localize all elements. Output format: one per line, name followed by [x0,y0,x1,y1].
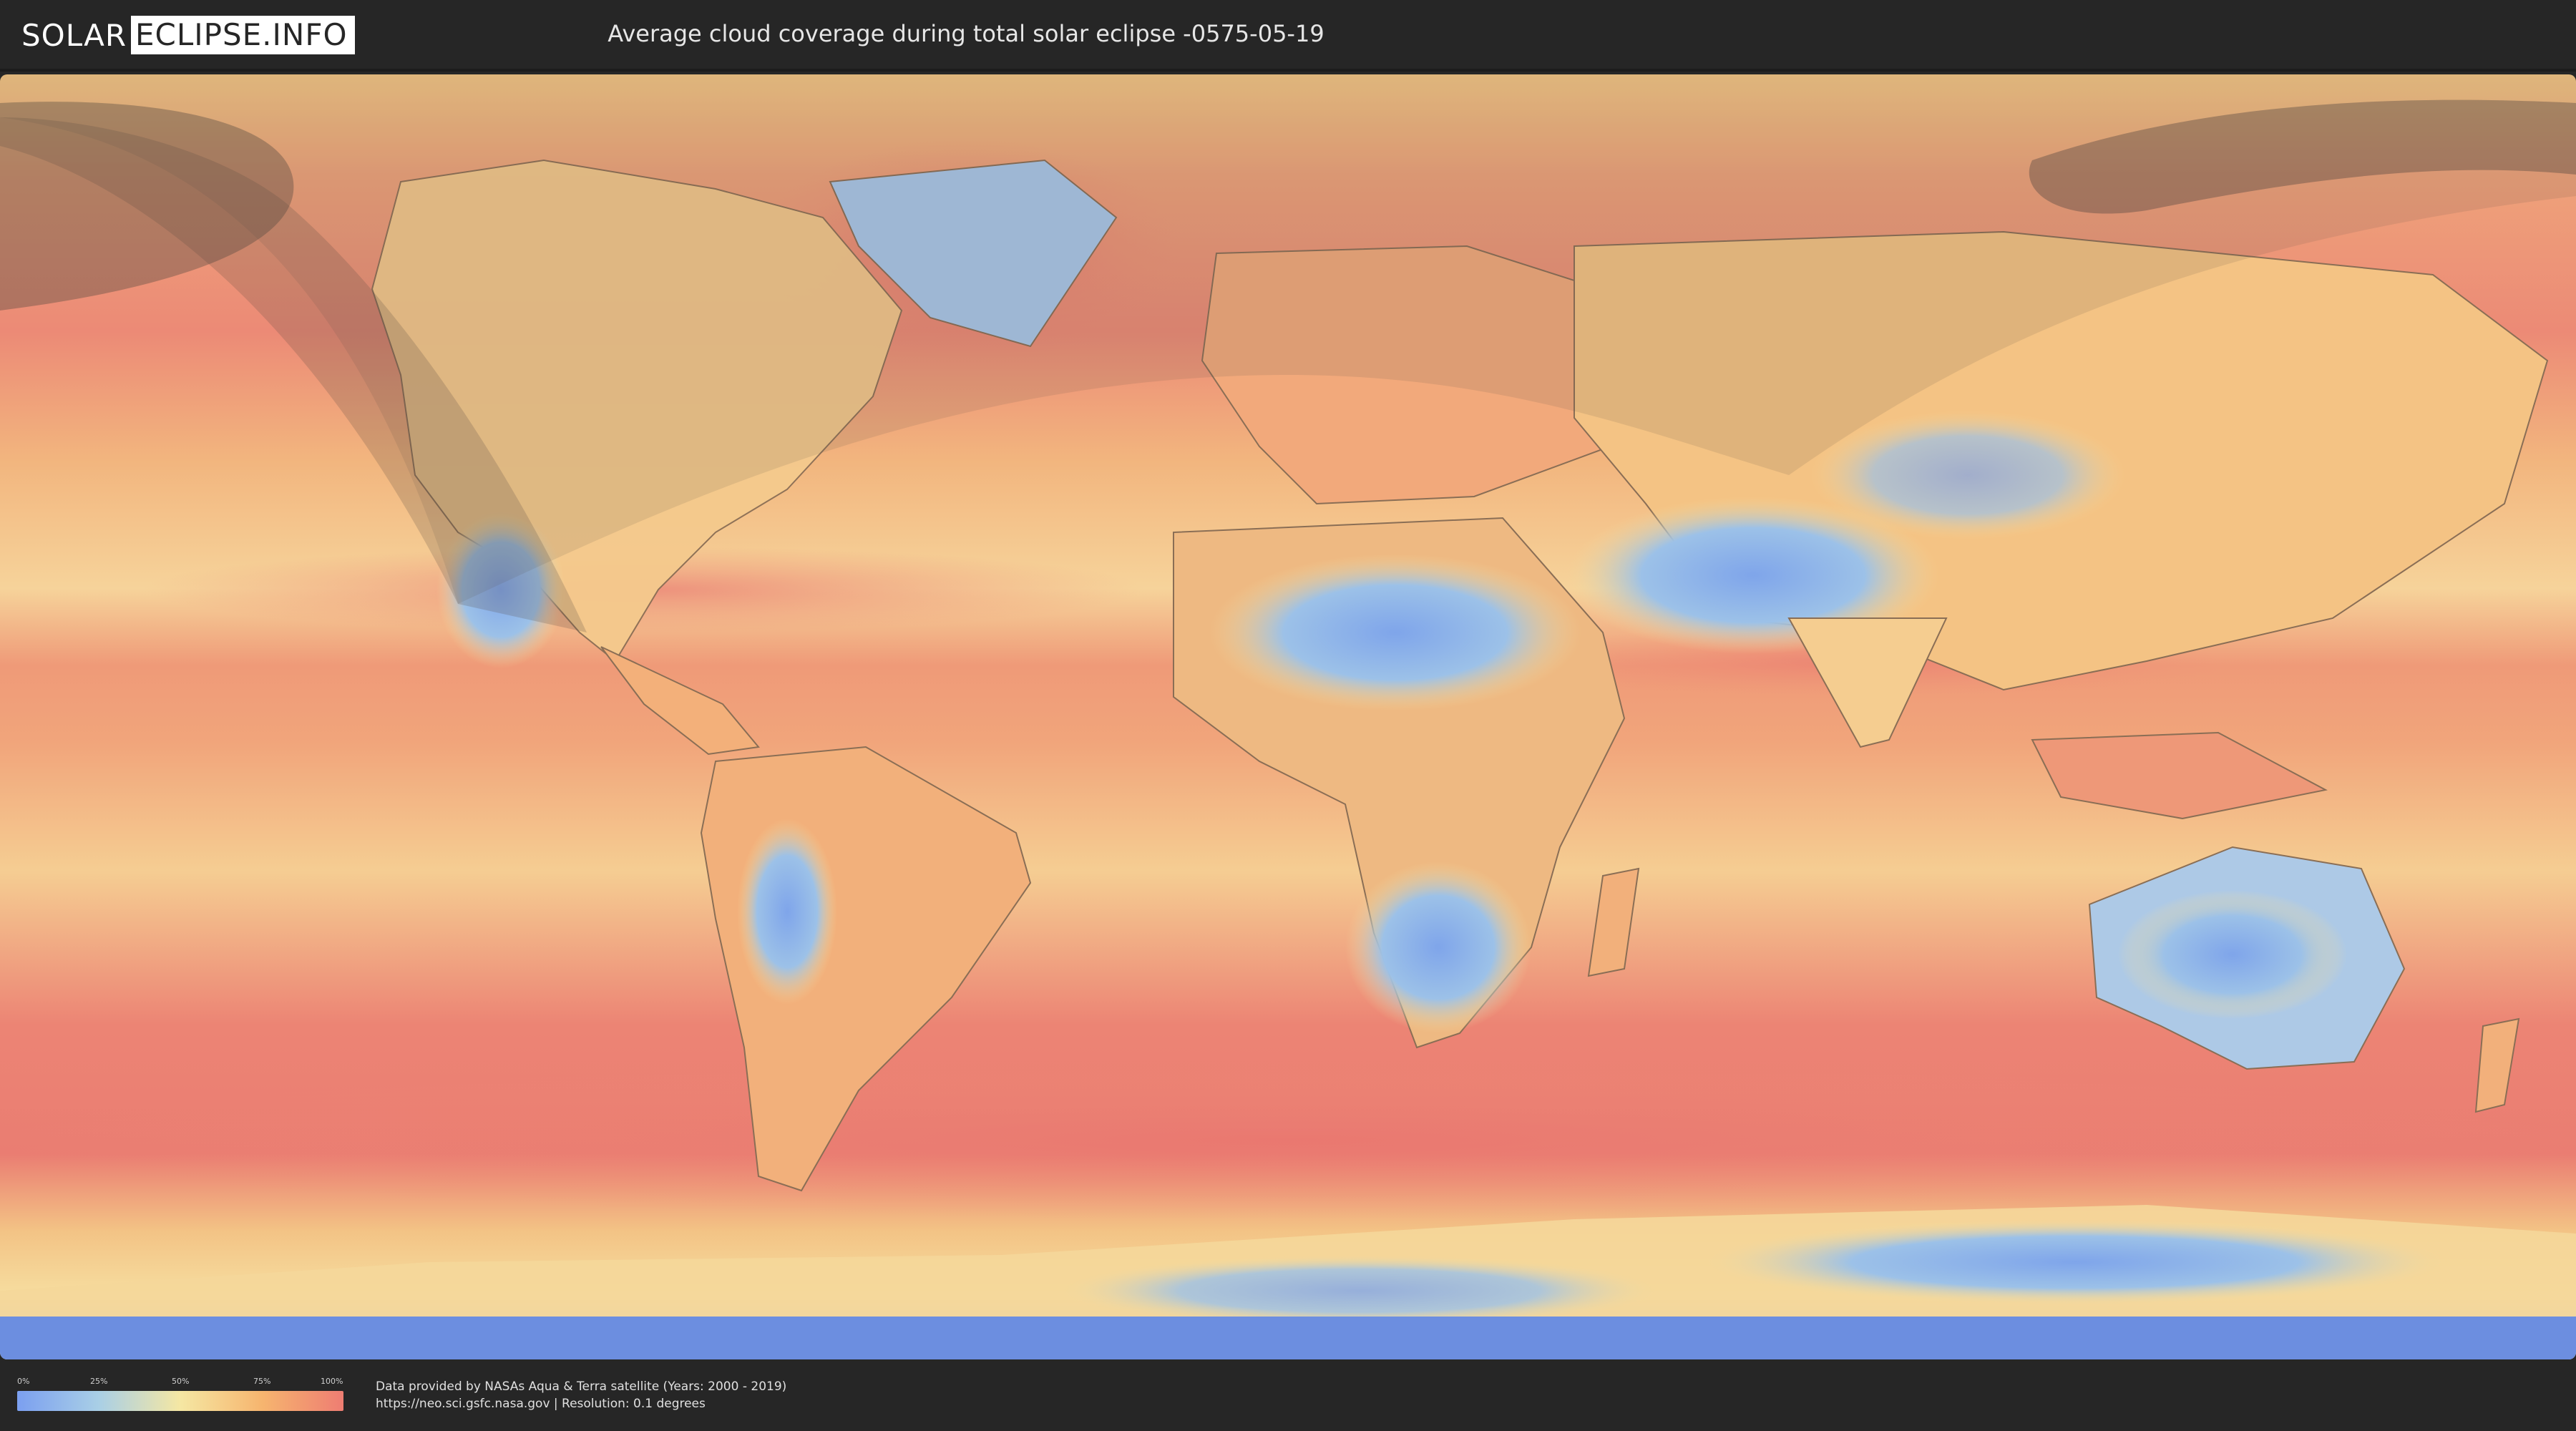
legend-tick-25: 25% [90,1377,108,1386]
header-bar: SOLAR ECLIPSE.INFO Average cloud coverag… [0,0,2576,72]
central-asia-clear-region [1810,411,2125,539]
cloud-coverage-map [0,74,2576,1359]
data-credits: Data provided by NASAs Aqua & Terra sate… [376,1378,786,1412]
page-title: Average cloud coverage during total sola… [608,20,1324,47]
credits-line-source: Data provided by NASAs Aqua & Terra sate… [376,1379,787,1394]
legend-ticks: 0% 25% 50% 75% 100% [17,1377,343,1390]
legend-tick-100: 100% [321,1377,343,1386]
cloud-band [0,1062,2576,1219]
legend-tick-0: 0% [17,1377,30,1386]
australia-clear-region [2118,890,2347,1019]
cloud-coverage-legend: 0% 25% 50% 75% 100% [17,1377,343,1414]
antarctica-clear-region [1059,1255,1660,1327]
kalahari-clear-region [1345,861,1531,1033]
sahara-clear-region [1209,554,1581,711]
world-map-svg [0,74,2576,1359]
clear-sky-region [737,819,837,1005]
legend-color-gradient [17,1391,343,1411]
legend-tick-75: 75% [253,1377,271,1386]
credits-line-url: https://neo.sci.gsfc.nasa.gov | Resoluti… [376,1397,706,1411]
footer-bar: 0% 25% 50% 75% 100% Data provided by NAS… [0,1359,2576,1431]
antarctica-clear-region [1703,1219,2447,1305]
antarctic-ice-band [0,1317,2576,1359]
legend-tick-50: 50% [172,1377,190,1386]
